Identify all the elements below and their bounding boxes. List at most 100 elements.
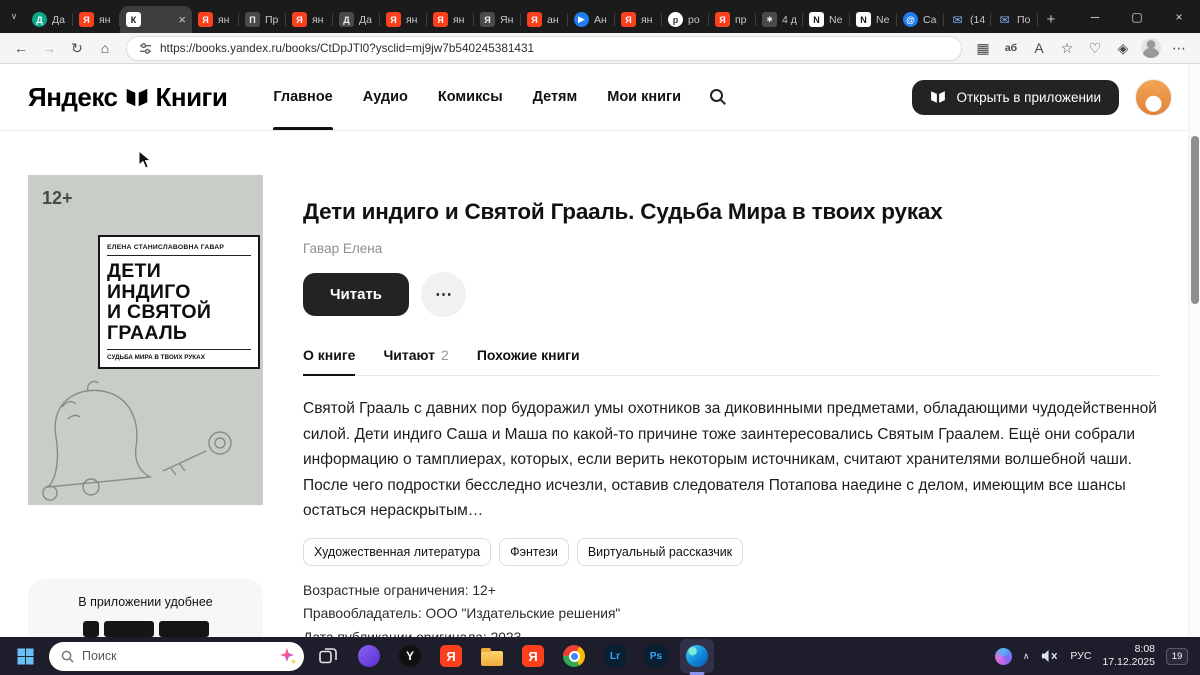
search-icon[interactable] <box>709 64 727 130</box>
detail-publication-date: Дата публикации оригинала: 2023 <box>303 629 522 638</box>
read-button[interactable]: Читать <box>303 273 410 316</box>
books-logo-icon-white <box>931 91 946 103</box>
site-logo[interactable]: Яндекс Книги <box>28 64 228 130</box>
notification-count-badge[interactable]: 19 <box>1166 647 1188 665</box>
browser-tab[interactable]: Яян <box>427 6 474 33</box>
favorite-star-icon[interactable]: ☆ <box>1054 36 1080 60</box>
browser-tab[interactable]: р ро <box>662 6 709 33</box>
app-file-explorer[interactable] <box>475 639 509 673</box>
store-badges[interactable] <box>28 621 263 637</box>
task-view-button[interactable] <box>311 639 345 673</box>
nav-item-glavnoe[interactable]: Главное <box>273 64 334 130</box>
tab-favicon: р <box>668 12 683 27</box>
read-aloud-icon[interactable]: аб <box>998 36 1024 60</box>
logo-yandex-text: Яндекс <box>28 81 118 112</box>
close-button[interactable]: × <box>1158 0 1200 33</box>
profile-avatar[interactable] <box>1138 36 1164 60</box>
chip-fiction[interactable]: Художественная литература <box>303 537 492 566</box>
app-edge[interactable] <box>680 639 714 673</box>
browser-tab[interactable]: Яян <box>615 6 662 33</box>
browser-tab[interactable]: Д Да <box>26 6 73 33</box>
nav-item-my-books[interactable]: Мои книги <box>607 64 681 130</box>
tab-favicon: Я <box>433 12 448 27</box>
browser-tab[interactable]: Яян <box>286 6 333 33</box>
new-tab-button[interactable]: + <box>1038 6 1064 33</box>
books-logo-icon <box>126 88 147 106</box>
book-cover[interactable]: 12+ ЕЛЕНА СТАНИСЛАВОВНА ГАВАР ДЕТИ ИНДИГ… <box>28 175 263 505</box>
refresh-icon[interactable]: ↻ <box>64 36 90 60</box>
app-yandex-2[interactable]: Я <box>516 639 550 673</box>
collections-icon[interactable]: ♡ <box>1082 36 1108 60</box>
app-yandex[interactable]: Я <box>434 639 468 673</box>
browser-tab[interactable]: Д Да <box>333 6 380 33</box>
more-options-button[interactable]: ⋯ <box>421 272 467 317</box>
yandex-icon: Я <box>440 645 462 667</box>
site-header: Яндекс Книги Главное Аудио Комиксы Детям… <box>0 64 1200 131</box>
browser-tab[interactable]: ▶ Ан <box>568 6 615 33</box>
store-badge[interactable] <box>158 621 209 637</box>
chip-fantasy[interactable]: Фэнтези <box>499 537 569 566</box>
tab-about-book[interactable]: О книге <box>303 347 356 376</box>
browser-tab[interactable]: П Пр <box>239 6 286 33</box>
browser-tab[interactable]: @ Ca <box>897 6 944 33</box>
browser-tab[interactable]: Я Ян <box>474 6 521 33</box>
browser-tab[interactable]: N Ne <box>850 6 897 33</box>
start-button[interactable] <box>8 639 42 673</box>
keyboard-language[interactable]: РУС <box>1070 650 1091 662</box>
chip-virtual-narrator[interactable]: Виртуальный рассказчик <box>576 537 744 566</box>
page-scrollbar[interactable] <box>1188 64 1200 637</box>
nav-item-detyam[interactable]: Детям <box>533 64 578 130</box>
store-badge[interactable] <box>103 621 154 637</box>
url-text[interactable]: https://books.yandex.ru/books/CtDpJTl0?y… <box>160 41 949 55</box>
clock[interactable]: 8:08 17.12.2025 <box>1102 643 1155 669</box>
taskbar-search-box[interactable]: Поиск <box>49 641 304 671</box>
app-yandex-browser[interactable]: Y <box>393 639 427 673</box>
book-main-column: Дети индиго и Святой Грааль. Судьба Мира… <box>303 175 1159 637</box>
browser-tab[interactable]: ∗ 4 д <box>756 6 803 33</box>
nav-item-comics[interactable]: Комиксы <box>438 64 503 130</box>
site-permissions-icon[interactable] <box>139 42 152 55</box>
minimize-button[interactable]: ─ <box>1074 0 1116 33</box>
settings-menu-icon[interactable]: ⋯ <box>1166 36 1192 60</box>
volume-muted-icon[interactable] <box>1040 649 1059 663</box>
cover-subtitle: СУДЬБА МИРА В ТВОИХ РУКАХ <box>107 349 251 361</box>
browser-essentials-icon[interactable]: ◈ <box>1110 36 1136 60</box>
browser-tab[interactable]: Яян <box>192 6 239 33</box>
app-purple[interactable] <box>352 639 386 673</box>
open-in-app-button[interactable]: Открыть в приложении <box>912 79 1119 115</box>
maximize-button[interactable]: ▢ <box>1116 0 1158 33</box>
tab-favicon: N <box>809 12 824 27</box>
tab-readers[interactable]: Читают 2 <box>383 347 448 375</box>
time-text: 8:08 <box>1134 643 1155 655</box>
genre-chips: Художественная литература Фэнтези Виртуа… <box>303 537 1159 566</box>
copilot-sparkle-icon[interactable] <box>278 646 298 666</box>
workspaces-icon[interactable]: ▦ <box>970 36 996 60</box>
app-chrome[interactable] <box>557 639 591 673</box>
scrollbar-thumb[interactable] <box>1191 136 1199 304</box>
browser-tab[interactable]: Яян <box>380 6 427 33</box>
app-photoshop[interactable]: Ps <box>639 639 673 673</box>
tab-close-icon[interactable]: × <box>178 12 186 27</box>
profile-avatar[interactable] <box>1135 78 1172 116</box>
address-bar[interactable]: https://books.yandex.ru/books/CtDpJTl0?y… <box>126 35 962 61</box>
nav-item-audio[interactable]: Аудио <box>363 64 408 130</box>
immersive-reader-icon[interactable]: A <box>1026 36 1052 60</box>
readers-count: 2 <box>441 347 449 363</box>
home-icon[interactable]: ⌂ <box>92 36 118 60</box>
browser-tab[interactable]: Яян <box>73 6 120 33</box>
browser-tab[interactable]: Япр <box>709 6 756 33</box>
forward-icon[interactable]: → <box>36 36 62 60</box>
browser-tab[interactable]: ✉ (14 <box>944 6 991 33</box>
tab-favicon: П <box>245 12 260 27</box>
tab-search-button[interactable]: ∨ <box>2 0 26 33</box>
browser-tab[interactable]: ✉ По <box>991 6 1038 33</box>
tray-overflow-icon[interactable]: ∧ <box>1023 651 1030 662</box>
app-lightroom[interactable]: Lr <box>598 639 632 673</box>
book-author[interactable]: Гавар Елена <box>303 241 1159 256</box>
browser-tab-active[interactable]: К × <box>120 6 192 33</box>
tab-similar-books[interactable]: Похожие книги <box>477 347 580 375</box>
copilot-icon[interactable] <box>994 647 1012 665</box>
browser-tab[interactable]: N Ne <box>803 6 850 33</box>
browser-tab[interactable]: Яан <box>521 6 568 33</box>
back-icon[interactable]: ← <box>8 36 34 60</box>
